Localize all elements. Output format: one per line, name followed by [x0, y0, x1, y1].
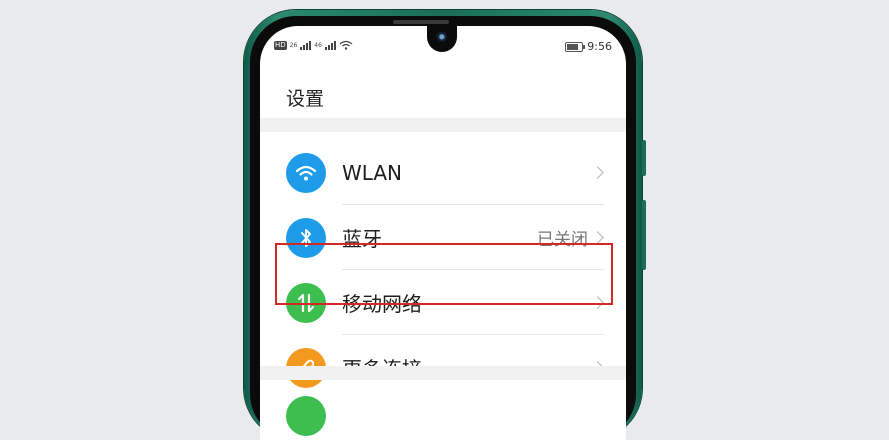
- power-button: [642, 200, 646, 270]
- status-time: 9:56: [587, 40, 612, 53]
- page-title: 设置: [286, 88, 325, 110]
- hd-icon: HD: [274, 40, 287, 50]
- highlight-box: [275, 243, 613, 305]
- network-type-2: 46: [314, 41, 322, 49]
- status-left: HD 26 46: [274, 40, 353, 50]
- network-type-1: 26: [289, 41, 298, 49]
- settings-item-wlan[interactable]: WLAN: [260, 140, 626, 205]
- phone-frame: HD 26 46 9:56 设置 WLAN 蓝牙 已关闭 移动网络: [244, 10, 646, 440]
- settings-item-next[interactable]: [260, 384, 626, 440]
- signal-icon: [300, 40, 312, 50]
- chevron-right-icon: [591, 166, 604, 179]
- settings-item-label: WLAN: [342, 160, 403, 185]
- status-right: 9:56: [565, 40, 612, 53]
- earpiece-speaker: [393, 20, 449, 24]
- chevron-right-icon: [591, 231, 604, 244]
- signal-icon: [324, 40, 336, 50]
- battery-fill: [567, 43, 579, 50]
- settings-item-icon: [286, 396, 326, 436]
- section-separator: [260, 118, 626, 132]
- status-bar: HD 26 46 9:56: [260, 40, 626, 56]
- battery-icon: [565, 41, 586, 52]
- phone-screen: HD 26 46 9:56 设置 WLAN 蓝牙 已关闭 移动网络: [260, 26, 626, 440]
- section-separator: [260, 366, 626, 380]
- volume-button: [642, 140, 646, 176]
- wifi-icon: [286, 152, 326, 193]
- wifi-icon: [339, 40, 353, 50]
